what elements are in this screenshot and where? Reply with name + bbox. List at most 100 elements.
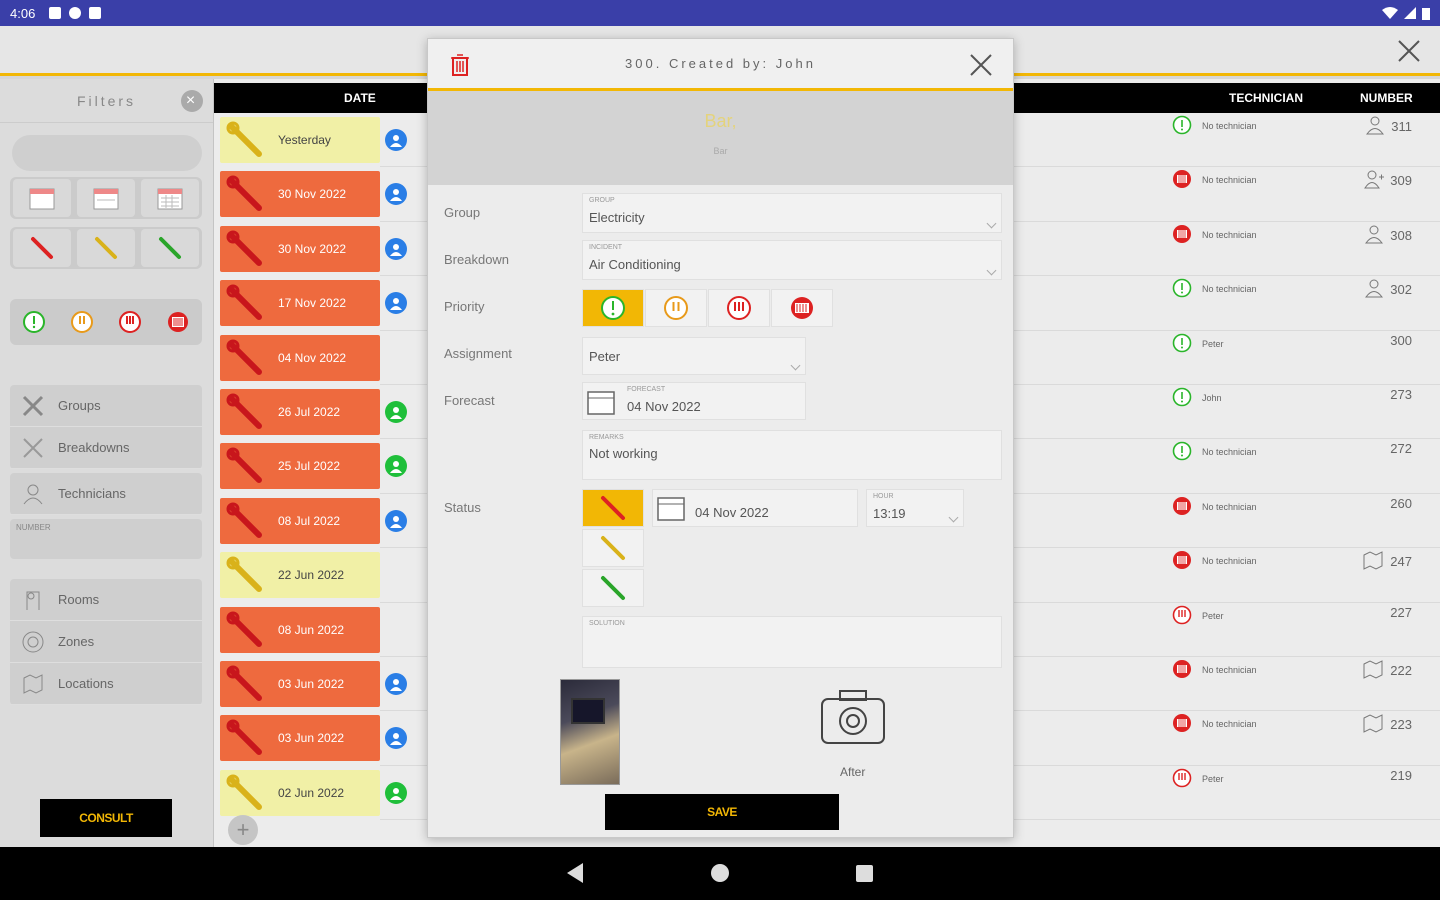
breakdown-select[interactable]: INCIDENT Air Conditioning [582, 240, 1002, 280]
menu-group-groups: Groups Breakdowns [10, 385, 202, 469]
table-row[interactable]: 30 Nov 2022 [220, 225, 380, 272]
home-icon[interactable] [711, 864, 729, 882]
add-button[interactable]: + [228, 815, 258, 845]
user-avatar-icon [385, 509, 407, 532]
incident-number: 311 [1391, 119, 1412, 134]
wrench-yellow-icon [601, 536, 625, 560]
row-date: 22 Jun 2022 [278, 568, 345, 583]
person-icon [1365, 115, 1385, 138]
row-date: Yesterday [278, 133, 331, 147]
filters-title: Filters [76, 92, 137, 109]
recent-apps-icon[interactable] [856, 865, 873, 882]
calendar-month-icon[interactable] [141, 179, 199, 217]
table-row[interactable]: 03 Jun 2022 [220, 661, 380, 707]
camera-icon[interactable] [820, 689, 886, 745]
incident-number: 222 [1390, 663, 1412, 678]
priority-urgent-icon[interactable] [166, 310, 190, 334]
priority-urgent-button[interactable] [771, 289, 833, 327]
menu-item-label: Zones [58, 634, 95, 649]
wrench-yellow-icon[interactable] [77, 229, 135, 267]
system-icons [1382, 7, 1430, 20]
table-row[interactable]: 25 Jul 2022 [220, 443, 380, 490]
table-row[interactable]: 03 Jun 2022 [220, 715, 380, 762]
column-technician[interactable]: TECHNICIAN [1229, 91, 1303, 105]
row-number: 222 [1340, 659, 1412, 682]
search-input[interactable] [12, 135, 202, 171]
wrench-red-icon[interactable] [13, 229, 71, 267]
menu-item-rooms[interactable]: Rooms [10, 579, 202, 621]
priority-medium-icon [664, 296, 688, 320]
status-open-button[interactable] [582, 489, 644, 527]
row-technician: No technician [1172, 550, 1257, 572]
group-select[interactable]: GROUP Electricity [582, 193, 1002, 233]
table-row[interactable]: 17 Nov 2022 [220, 280, 380, 327]
table-row[interactable]: 02 Jun 2022 [220, 769, 380, 816]
back-icon[interactable] [567, 863, 583, 883]
menu-item-label: Technicians [58, 486, 126, 501]
before-photo[interactable] [560, 679, 620, 785]
remarks-field[interactable]: REMARKS Not working [582, 430, 1002, 480]
row-number: 227 [1340, 605, 1412, 620]
trash-icon[interactable] [450, 53, 470, 77]
wrench-red-icon [220, 283, 270, 323]
close-circle-icon[interactable]: × [181, 90, 203, 112]
menu-item-technicians[interactable]: Technicians [10, 473, 202, 515]
groups-icon [20, 393, 46, 419]
technician-name: No technician [1202, 719, 1257, 730]
row-technician: Peter [1172, 605, 1224, 627]
status-hour-select[interactable]: HOUR 13:19 [866, 489, 964, 527]
save-button[interactable]: SAVE [605, 794, 839, 830]
wrench-green-icon[interactable] [141, 229, 199, 267]
chevron-down-icon [790, 360, 801, 371]
table-row[interactable]: 26 Jul 2022 [220, 389, 380, 435]
priority-icon [1172, 387, 1192, 409]
table-row[interactable]: Yesterday [220, 117, 380, 163]
technician-name: No technician [1202, 229, 1257, 240]
wrench-green-icon [601, 576, 625, 600]
number-field[interactable]: NUMBER [10, 519, 202, 559]
incident-number: 308 [1390, 227, 1412, 243]
priority-label: Priority [444, 299, 485, 314]
calendar-week-icon[interactable] [77, 179, 135, 217]
menu-item-groups[interactable]: Groups [10, 385, 202, 427]
forecast-date-field[interactable]: FORECAST 04 Nov 2022 [582, 382, 806, 420]
priority-low-button[interactable] [582, 289, 644, 327]
incident-number: 223 [1390, 717, 1412, 733]
close-icon[interactable] [967, 51, 995, 79]
menu-item-zones[interactable]: Zones [10, 621, 202, 663]
table-row[interactable]: 04 Nov 2022 [220, 334, 380, 381]
column-date[interactable]: DATE [344, 91, 376, 105]
user-avatar-icon [385, 781, 407, 804]
column-number[interactable]: NUMBER [1360, 91, 1413, 105]
status-date-field[interactable]: 04 Nov 2022 [652, 489, 858, 527]
assignment-select[interactable]: Peter [582, 337, 806, 375]
table-row[interactable]: 22 Jun 2022 [220, 552, 380, 599]
wrench-red-icon [220, 392, 270, 432]
menu-group-places: Rooms Zones Locations [10, 579, 202, 705]
priority-high-button[interactable] [708, 289, 770, 327]
row-date: 17 Nov 2022 [278, 296, 347, 311]
solution-field[interactable]: SOLUTION [582, 616, 1002, 668]
status-closed-button[interactable] [582, 569, 644, 607]
breakdown-label: Breakdown [444, 252, 510, 267]
menu-item-breakdowns[interactable]: Breakdowns [10, 427, 202, 469]
priority-high-icon[interactable] [118, 310, 142, 334]
row-date: 08 Jul 2022 [278, 513, 341, 528]
priority-medium-button[interactable] [645, 289, 707, 327]
priority-medium-icon[interactable] [70, 310, 94, 334]
wrench-red-icon [220, 610, 270, 650]
priority-low-icon[interactable] [22, 310, 46, 334]
menu-item-locations[interactable]: Locations [10, 663, 202, 705]
status-progress-button[interactable] [582, 529, 644, 567]
table-row[interactable]: 30 Nov 2022 [220, 171, 380, 218]
tools-icon [20, 435, 46, 461]
wrench-yellow-icon [220, 120, 270, 160]
calendar-day-icon[interactable] [13, 179, 71, 217]
close-icon[interactable] [1394, 36, 1424, 66]
consult-button[interactable]: CONSULT [40, 799, 172, 837]
table-row[interactable]: 08 Jul 2022 [220, 497, 380, 544]
notification-icon [49, 7, 62, 19]
table-row[interactable]: 08 Jun 2022 [220, 606, 380, 653]
forecast-label: Forecast [444, 393, 495, 408]
priority-urgent-icon [791, 297, 813, 319]
